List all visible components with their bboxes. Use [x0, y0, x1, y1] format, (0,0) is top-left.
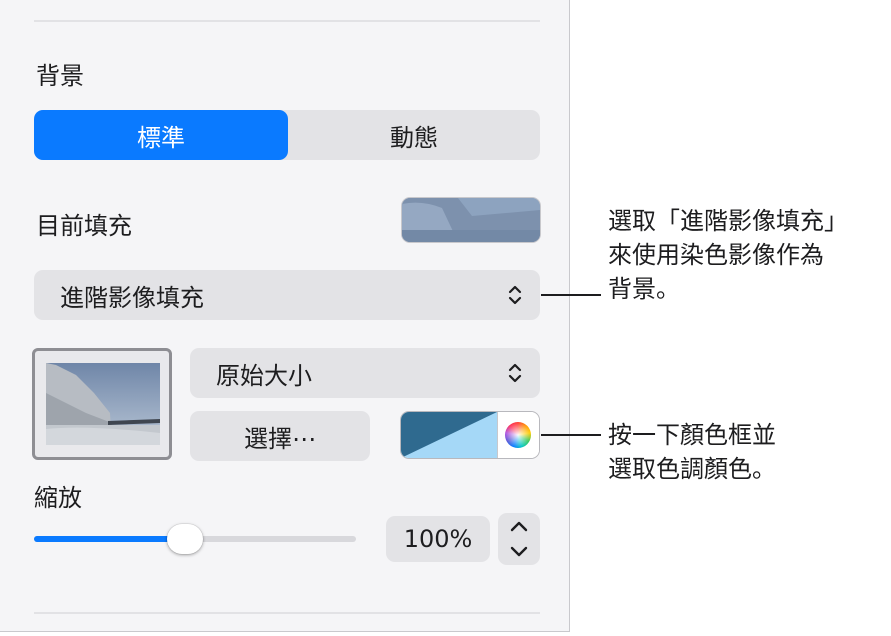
chevron-up-down-icon [508, 363, 522, 383]
current-fill-label: 目前填充 [36, 212, 132, 240]
callout-line-fill-type [541, 294, 601, 296]
format-sidebar: 背景 標準 動態 目前填充 進階影像填充 原始大小 選擇⋯ 縮放 100% [0, 0, 570, 632]
color-wheel-icon [505, 422, 531, 448]
tint-color-well[interactable] [401, 412, 539, 458]
scale-slider-knob[interactable] [167, 524, 204, 554]
scale-slider-fill [34, 536, 186, 542]
choose-image-button[interactable]: 選擇⋯ [190, 411, 370, 461]
callout-fill-type-line-3: 背景。 [608, 275, 680, 303]
image-well[interactable] [32, 348, 172, 460]
chevron-up-icon [510, 521, 528, 532]
background-mode-segmented-control: 標準 動態 [34, 110, 540, 160]
fill-type-popup[interactable]: 進階影像填充 [34, 270, 540, 320]
callout-color-line-2: 選取色調顏色。 [608, 455, 776, 483]
tint-color-swatch [401, 412, 497, 458]
current-fill-preview-image [402, 198, 540, 242]
current-fill-swatch[interactable] [402, 198, 540, 242]
scale-label: 縮放 [34, 484, 82, 512]
bottom-divider [34, 612, 540, 614]
scale-step-up[interactable] [498, 513, 540, 539]
scale-stepper [498, 513, 540, 565]
background-image-thumbnail [46, 363, 160, 445]
callout-color-line-1: 按一下顏色框並 [608, 421, 776, 449]
top-divider [34, 20, 540, 22]
callout-fill-type: 選取「進階影像填充」 來使用染色影像作為 背景。 [608, 204, 848, 306]
screenshot-stage: 背景 標準 動態 目前填充 進階影像填充 原始大小 選擇⋯ 縮放 100% 選取… [0, 0, 891, 636]
chevron-down-icon [510, 546, 528, 557]
callout-line-color [541, 434, 601, 436]
image-scale-popup[interactable]: 原始大小 [190, 348, 540, 398]
chevron-up-down-icon [508, 285, 522, 305]
callout-fill-type-line-2: 來使用染色影像作為 [608, 241, 824, 269]
background-section-title: 背景 [36, 62, 84, 90]
segment-dynamic[interactable]: 動態 [288, 110, 540, 160]
segment-standard[interactable]: 標準 [34, 110, 288, 160]
color-picker-button[interactable] [497, 412, 539, 458]
callout-color: 按一下顏色框並 選取色調顏色。 [608, 418, 776, 486]
scale-value-field[interactable]: 100% [386, 516, 490, 562]
fill-type-value: 進階影像填充 [60, 283, 204, 312]
image-scale-value: 原始大小 [216, 361, 312, 390]
callout-fill-type-line-1: 選取「進階影像填充」 [608, 207, 848, 235]
scale-step-down[interactable] [498, 539, 540, 565]
